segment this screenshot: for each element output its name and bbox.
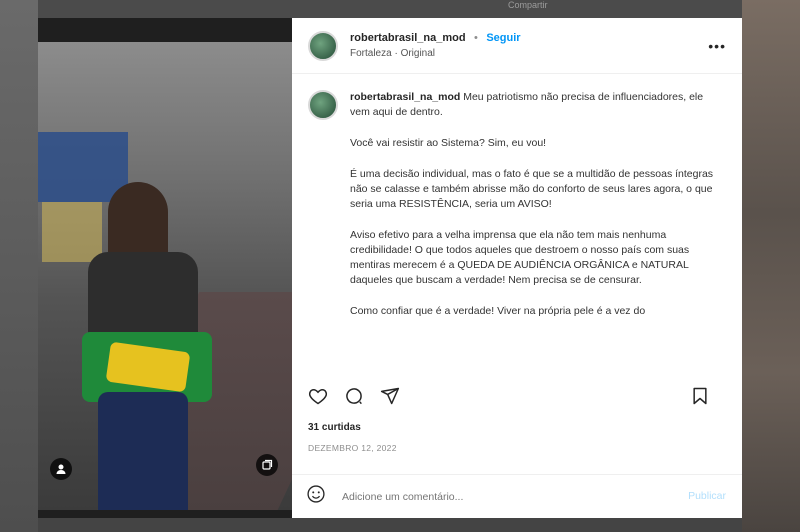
follow-button[interactable]: Seguir [486,32,520,44]
caption-username[interactable]: robertabrasil_na_mod [350,91,460,103]
post-panel: robertabrasil_na_mod • Seguir Fortaleza … [292,18,742,518]
caption-avatar[interactable] [308,90,338,120]
background-bottom [38,518,742,532]
location-link[interactable]: Fortaleza · Original [350,46,521,62]
likes-count[interactable]: 31 curtidas [308,422,361,433]
emoji-icon[interactable] [306,484,326,509]
caption-paragraph: É uma decisão individual, mas o fato é q… [350,168,714,210]
action-bar [308,384,726,410]
comment-bar: Publicar [292,474,742,518]
post-photo [38,42,292,510]
caption-text: robertabrasil_na_mod Meu patriotismo não… [350,90,720,372]
post-media[interactable] [38,18,292,518]
collection-icon[interactable] [256,454,278,476]
user-tag-icon[interactable] [50,458,72,480]
bookmark-icon[interactable] [690,386,712,408]
background-right [742,0,800,532]
avatar[interactable] [308,30,338,61]
caption-paragraph: Como confiar que é a verdade! Viver na p… [350,305,646,317]
comment-input[interactable] [340,489,644,504]
publish-button[interactable]: Publicar [688,490,726,502]
post-header: robertabrasil_na_mod • Seguir Fortaleza … [292,18,742,74]
username-link[interactable]: robertabrasil_na_mod [350,32,466,44]
heart-icon[interactable] [308,386,330,408]
background-left [0,0,38,532]
comment-icon[interactable] [344,386,366,408]
share-icon[interactable] [380,386,402,408]
caption-area[interactable]: robertabrasil_na_mod Meu patriotismo não… [308,90,726,372]
separator-dot: • [474,32,478,44]
caption-paragraph: Você vai resistir ao Sistema? Sim, eu vo… [350,137,547,149]
post-date: DEZEMBRO 12, 2022 [308,443,397,453]
caption-paragraph: Aviso efetivo para a velha imprensa que … [350,229,690,286]
more-options-icon[interactable]: ••• [708,38,726,54]
post-modal: robertabrasil_na_mod • Seguir Fortaleza … [38,18,742,518]
background-top-text: Compartir [508,0,548,10]
background-top: Compartir [38,0,742,18]
